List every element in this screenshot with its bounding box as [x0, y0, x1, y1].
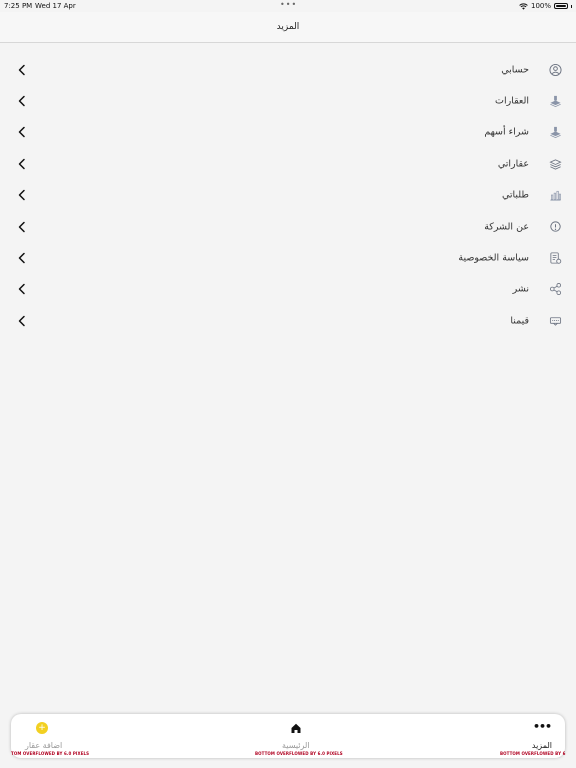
wifi-icon: [519, 2, 528, 10]
chevron-left-icon: [18, 158, 25, 170]
share-icon: [549, 283, 562, 296]
tab-label: المزيد: [531, 741, 552, 750]
menu-item-about-company[interactable]: عن الشركة: [0, 211, 576, 242]
status-time: 7:25 PM: [4, 2, 33, 10]
status-bar: 7:25 PM Wed 17 Apr ••• 100%: [0, 0, 576, 12]
battery-icon: [554, 3, 568, 9]
info-icon: [550, 221, 561, 232]
chevron-left-icon: [18, 252, 25, 264]
add-circle-icon: +: [36, 722, 48, 734]
overflow-warning: TOM OVERFLOWED BY 6.0 PIXELS: [11, 751, 90, 756]
my-properties-icon: [549, 159, 562, 170]
menu-item-label: عن الشركة: [484, 221, 529, 233]
property-icon: [550, 95, 561, 108]
tab-label: اضافة عقار: [25, 741, 63, 750]
menu-item-label: طلباتي: [501, 189, 529, 201]
menu-item-rate-us[interactable]: قيمنا: [0, 305, 576, 336]
page-title: المزيد: [276, 22, 300, 32]
chevron-left-icon: [18, 64, 25, 75]
menu-item-label: قيمنا: [510, 315, 529, 327]
overflow-warning: BOTTOM OVERFLOWED BY 6: [500, 751, 566, 756]
bottom-tab-bar: + اضافة عقار TOM OVERFLOWED BY 6.0 PIXEL…: [11, 714, 565, 758]
buy-shares-icon: [550, 127, 561, 139]
chevron-left-icon: [18, 315, 25, 327]
chevron-left-icon: [18, 284, 25, 295]
chevron-left-icon: [18, 127, 25, 138]
navigation-bar: المزيد: [0, 12, 576, 43]
status-date: Wed 17 Apr: [35, 2, 76, 10]
menu-item-buy-shares[interactable]: شراء أسهم: [0, 117, 576, 148]
menu-item-label: العقارات: [495, 95, 529, 107]
user-circle-icon: [549, 63, 562, 76]
tab-label: الرئيسية: [282, 741, 310, 750]
menu-item-my-account[interactable]: حسابي: [0, 54, 576, 85]
menu-item-properties[interactable]: العقارات: [0, 85, 576, 116]
menu-list: حسابي العقارات شراء أسهم عقاراتي طلباتي …: [0, 54, 576, 337]
battery-tip: [571, 4, 572, 8]
menu-item-label: سياسة الخصوصية: [458, 252, 529, 264]
home-icon: [291, 723, 301, 733]
tab-more[interactable]: ••• المزيد BOTTOM OVERFLOWED BY 6: [485, 714, 565, 758]
multitasking-dots-icon[interactable]: •••: [280, 0, 297, 9]
chevron-left-icon: [18, 190, 25, 201]
more-dots-icon: •••: [533, 720, 552, 733]
chevron-left-icon: [18, 221, 25, 232]
status-right: 100%: [519, 2, 572, 10]
privacy-policy-icon: [550, 252, 562, 264]
battery-percent: 100%: [530, 2, 551, 10]
tab-home[interactable]: الرئيسية BOTTOM OVERFLOWED BY 6.0 PIXELS: [241, 714, 351, 758]
chevron-left-icon: [18, 95, 25, 107]
menu-item-privacy-policy[interactable]: سياسة الخصوصية: [0, 242, 576, 273]
overflow-warning: BOTTOM OVERFLOWED BY 6.0 PIXELS: [255, 751, 343, 756]
menu-item-my-orders[interactable]: طلباتي: [0, 180, 576, 211]
menu-item-label: حسابي: [501, 64, 529, 76]
menu-item-label: شراء أسهم: [484, 126, 529, 138]
tab-add-property[interactable]: + اضافة عقار TOM OVERFLOWED BY 6.0 PIXEL…: [11, 714, 121, 758]
menu-item-label: نشر: [512, 283, 529, 295]
menu-item-my-properties[interactable]: عقاراتي: [0, 148, 576, 179]
rate-icon: [549, 317, 562, 326]
my-orders-chart-icon: [550, 191, 561, 201]
menu-item-label: عقاراتي: [497, 158, 529, 170]
menu-item-share[interactable]: نشر: [0, 274, 576, 305]
